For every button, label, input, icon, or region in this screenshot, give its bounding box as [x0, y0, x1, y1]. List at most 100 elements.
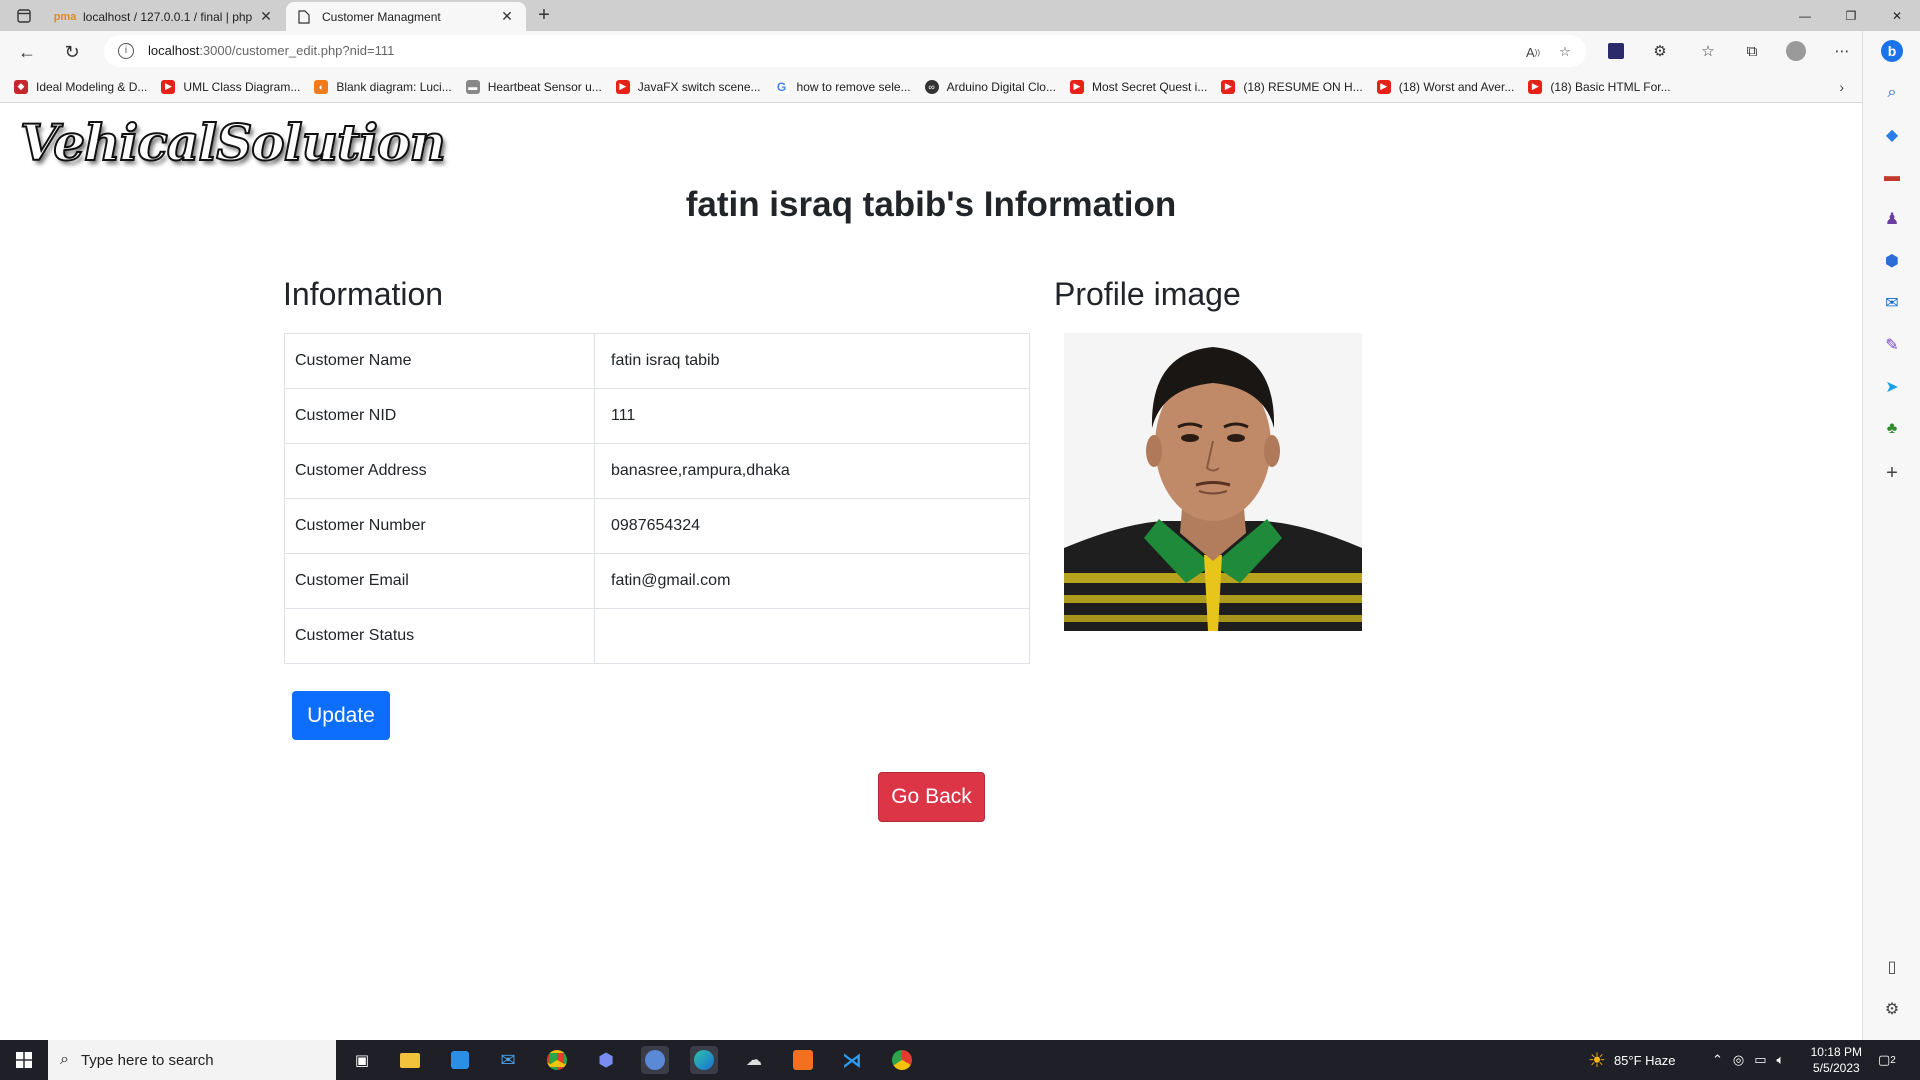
bookmark-item[interactable]: ▶ (18) Worst and Aver... — [1376, 79, 1514, 94]
xampp-icon[interactable] — [789, 1046, 817, 1074]
favorites-icon[interactable]: ☆ — [1698, 41, 1718, 61]
bookmark-item[interactable]: ▶ Most Secret Quest i... — [1069, 79, 1207, 94]
go-back-button[interactable]: Go Back — [878, 772, 985, 822]
extensions-puzzle-icon[interactable]: ⚙ — [1650, 41, 1670, 61]
tab-actions-button[interactable] — [10, 6, 38, 26]
field-label: Customer Status — [284, 608, 595, 664]
bookmark-item[interactable]: ◆ Ideal Modeling & D... — [14, 79, 147, 94]
notification-count: 2 — [1890, 1054, 1896, 1066]
add-favorite-icon[interactable]: ☆ — [1556, 43, 1574, 61]
field-label: Customer Name — [284, 333, 595, 389]
refresh-icon[interactable]: ↻ — [59, 39, 85, 65]
new-tab-button[interactable]: + — [532, 4, 556, 28]
tools-icon[interactable]: ▬ — [1880, 165, 1904, 189]
back-icon[interactable]: ← — [14, 39, 40, 65]
weather-icon: ☀ — [1588, 1049, 1606, 1072]
tab-label: Customer Managment — [322, 9, 441, 24]
tab-customer-managment[interactable]: Customer Managment ✕ — [286, 2, 526, 31]
app-icon[interactable]: ⬢ — [592, 1046, 620, 1074]
address-bar-row: ← ↻ i localhost:3000/customer_edit.php?n… — [0, 31, 1920, 71]
field-value: 111 — [594, 388, 1030, 444]
edge-icon[interactable] — [690, 1046, 718, 1074]
url-input[interactable]: i localhost:3000/customer_edit.php?nid=1… — [104, 35, 1586, 67]
clock-time: 10:18 PM — [1810, 1045, 1862, 1059]
youtube-icon: ▶ — [615, 79, 630, 94]
chevron-up-icon[interactable]: ⌃ — [1712, 1052, 1723, 1068]
update-button[interactable]: Update — [292, 691, 390, 740]
designer-icon[interactable]: ✎ — [1880, 333, 1904, 357]
youtube-icon: ▶ — [1528, 79, 1543, 94]
task-view-icon[interactable]: ▣ — [348, 1046, 376, 1074]
chrome-icon[interactable] — [543, 1046, 571, 1074]
bookmark-item[interactable]: ▶ JavaFX switch scene... — [615, 79, 761, 94]
games-icon[interactable]: ♟ — [1880, 207, 1904, 231]
field-value: 0987654324 — [594, 498, 1030, 554]
bookmark-item[interactable]: ◐ Blank diagram: Luci... — [314, 79, 452, 94]
tab-actions-icon — [17, 9, 31, 23]
field-label: Customer Email — [284, 553, 595, 609]
store-icon[interactable] — [446, 1046, 474, 1074]
collections-icon[interactable]: ⧉ — [1742, 41, 1762, 61]
site-logo[interactable]: VehicalSolution — [19, 112, 447, 173]
arduino-icon: ∞ — [924, 79, 939, 94]
hide-sidebar-icon[interactable]: ▯ — [1880, 955, 1904, 979]
send-icon[interactable]: ➤ — [1880, 375, 1904, 399]
weather-widget[interactable]: ☀ 85°F Haze — [1588, 1040, 1676, 1080]
chrome-icon[interactable] — [888, 1046, 916, 1074]
tab-close-icon[interactable]: ✕ — [257, 8, 275, 25]
clock[interactable]: 10:18 PM 5/5/2023 — [1811, 1044, 1862, 1076]
table-row: Customer Email fatin@gmail.com — [284, 553, 1030, 609]
bookmark-item[interactable]: Ghow to remove sele... — [774, 79, 911, 94]
search-icon[interactable]: ⌕ — [1880, 81, 1904, 105]
profile-image-heading: Profile image — [1054, 276, 1241, 312]
phpmyadmin-icon: pma — [53, 10, 77, 23]
notifications-button[interactable]: ▢ 2 — [1878, 1040, 1896, 1080]
field-label: Customer Address — [284, 443, 595, 499]
edge-sidebar: b ⌕ ◆ ▬ ♟ ⬢ ✉ ✎ ➤ ♣ + ▯ ⚙ — [1862, 31, 1920, 1040]
shopping-icon[interactable]: ◆ — [1880, 123, 1904, 147]
restore-button[interactable]: ❐ — [1828, 0, 1874, 31]
windows-taskbar: ⌕ Type here to search ▣ ✉ ⬢ ☁ ⋊ ☀ 85°F H… — [0, 1040, 1920, 1080]
youtube-icon: ▶ — [1221, 79, 1236, 94]
bookmark-item[interactable]: ▶ (18) Basic HTML For... — [1528, 79, 1671, 94]
bookmark-icon: ◆ — [14, 79, 28, 94]
outlook-icon[interactable]: ✉ — [1880, 291, 1904, 315]
volume-icon[interactable]: 🔈︎ — [1777, 1052, 1785, 1068]
office-icon[interactable]: ⬢ — [1880, 249, 1904, 273]
app-icon[interactable]: ☁ — [740, 1046, 768, 1074]
customer-info-table: Customer Name fatin israq tabib Customer… — [284, 333, 1030, 664]
extension-icon[interactable] — [1606, 41, 1626, 61]
start-button[interactable] — [0, 1040, 48, 1080]
tree-icon[interactable]: ♣ — [1880, 417, 1904, 441]
site-info-icon[interactable]: i — [118, 43, 134, 59]
camera-icon[interactable]: ◎ — [1733, 1052, 1744, 1068]
chevron-right-icon[interactable]: › — [1839, 79, 1844, 95]
taskbar-search-input[interactable]: ⌕ Type here to search — [48, 1040, 336, 1080]
clock-date: 5/5/2023 — [1812, 1061, 1860, 1075]
bookmark-item[interactable]: ▶ UML Class Diagram... — [161, 79, 300, 94]
file-explorer-icon[interactable] — [396, 1046, 424, 1074]
bookmark-item[interactable]: ▶ (18) RESUME ON H... — [1221, 79, 1363, 94]
minimize-button[interactable]: — — [1782, 0, 1828, 31]
tab-close-icon[interactable]: ✕ — [498, 8, 516, 25]
bookmark-icon: ▬ — [465, 79, 480, 94]
read-aloud-icon[interactable]: A)) — [1524, 43, 1542, 61]
bing-chat-icon[interactable]: b — [1880, 39, 1904, 63]
sidebar-settings-icon[interactable]: ⚙ — [1880, 997, 1904, 1021]
add-icon[interactable]: + — [1880, 461, 1904, 485]
mail-icon[interactable]: ✉ — [494, 1046, 522, 1074]
url-text: localhost:3000/customer_edit.php?nid=111 — [148, 43, 395, 58]
bookmark-item[interactable]: ▬ Heartbeat Sensor u... — [465, 79, 602, 94]
vscode-icon[interactable]: ⋊ — [838, 1046, 866, 1074]
settings-more-icon[interactable]: ⋯ — [1832, 41, 1852, 61]
bookmark-item[interactable]: ∞ Arduino Digital Clo... — [924, 79, 1056, 94]
window-close-button[interactable]: ✕ — [1874, 0, 1920, 31]
network-icon[interactable]: ▭ — [1754, 1052, 1766, 1068]
table-row: Customer Status — [284, 608, 1030, 664]
bookmarks-bar: ◆ Ideal Modeling & D... ▶ UML Class Diagra… — [0, 71, 1862, 103]
profile-avatar[interactable] — [1786, 41, 1806, 61]
app-icon[interactable] — [641, 1046, 669, 1074]
tab-phpmyadmin[interactable]: pma localhost / 127.0.0.1 / final | php … — [47, 2, 285, 31]
table-row: Customer NID 111 — [284, 388, 1030, 444]
page-icon — [296, 9, 312, 25]
